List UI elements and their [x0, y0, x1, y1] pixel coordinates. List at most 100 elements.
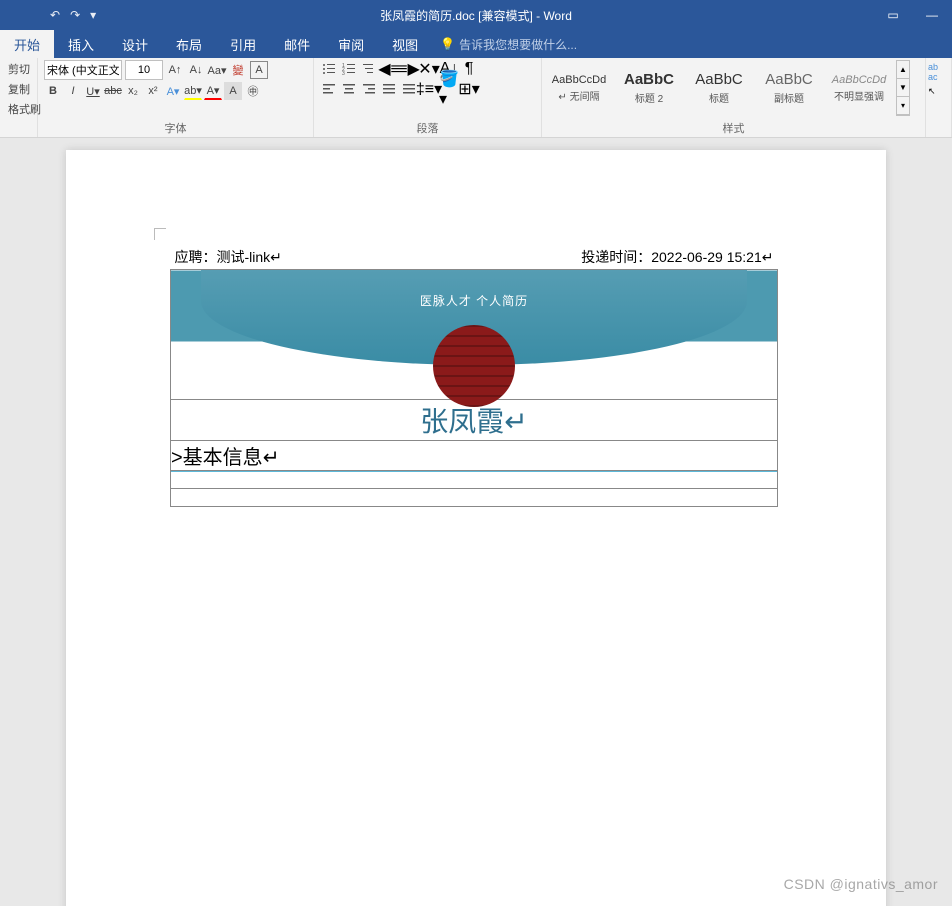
superscript-button[interactable]: x²: [144, 82, 162, 100]
align-center-button[interactable]: [340, 80, 358, 98]
justify-button[interactable]: [380, 80, 398, 98]
bold-button[interactable]: B: [44, 82, 62, 100]
style-preview: AaBbC: [624, 71, 674, 88]
tab-home[interactable]: 开始: [0, 30, 54, 59]
italic-button[interactable]: I: [64, 82, 82, 100]
font-color-button[interactable]: A▾: [204, 82, 222, 100]
change-case-button[interactable]: Aa▾: [208, 61, 226, 79]
quick-access-toolbar: ↶ ↷ ▾: [0, 8, 96, 22]
styles-more-icon[interactable]: ▾: [897, 97, 909, 115]
style-preview: AaBbCcDd: [552, 74, 606, 86]
paragraph-group-label: 段落: [314, 120, 541, 136]
tab-design[interactable]: 设计: [108, 30, 162, 59]
ribbon-options-icon[interactable]: ▭: [881, 8, 905, 22]
style-no-spacing[interactable]: AaBbCcDd ↵ 无间隔: [546, 60, 612, 116]
margin-marker: [154, 228, 166, 240]
style-name: 不明显强调: [834, 88, 884, 103]
redo-icon[interactable]: ↷: [70, 8, 80, 22]
grow-font-button[interactable]: A↑: [166, 61, 184, 79]
apply-field: 应聘：测试-link↵: [175, 247, 282, 267]
document-area[interactable]: 应聘：测试-link↵ 投递时间：2022-06-29 15:21↵ 医脉人才 …: [0, 138, 952, 906]
style-name: 标题: [709, 90, 729, 105]
style-preview: AaBbC: [765, 71, 813, 88]
copy-button[interactable]: 复制: [6, 80, 31, 98]
format-painter-button[interactable]: 格式刷: [6, 100, 31, 118]
increase-indent-button[interactable]: ≡▶: [400, 60, 418, 78]
banner-text: 医脉人才 个人简历: [420, 292, 528, 309]
section-basic-info: >基本信息↵: [171, 441, 778, 471]
tab-review[interactable]: 审阅: [324, 30, 378, 59]
styles-up-icon[interactable]: ▲: [897, 61, 909, 79]
shrink-font-button[interactable]: A↓: [187, 61, 205, 79]
font-group-label: 字体: [38, 120, 313, 136]
tell-me-placeholder: 告诉我您想要做什么...: [459, 36, 577, 53]
style-name: 标题 2: [635, 90, 663, 105]
select-icon[interactable]: ↖: [928, 84, 949, 99]
empty-row: [171, 471, 778, 489]
style-name: 副标题: [774, 90, 804, 105]
style-title[interactable]: AaBbC 标题: [686, 60, 752, 116]
styles-group-label: 样式: [542, 120, 925, 136]
styles-down-icon[interactable]: ▼: [897, 79, 909, 97]
undo-icon[interactable]: ↶: [50, 8, 60, 22]
style-subtle-emphasis[interactable]: AaBbCcDd 不明显强调: [826, 60, 892, 116]
enclose-characters-button[interactable]: ㊥: [244, 82, 262, 100]
borders-button[interactable]: ⊞▾: [460, 80, 478, 98]
tab-layout[interactable]: 布局: [162, 30, 216, 59]
banner-cell: 医脉人才 个人简历: [171, 270, 778, 400]
font-group: A↑ A↓ Aa▾ 變 A B I U▾ abc x₂ x² A▾ ab▾ A▾…: [38, 58, 314, 137]
window-controls: ▭ —: [881, 8, 952, 22]
watermark: CSDN @ignativs_amor: [784, 876, 938, 892]
avatar-seal: [433, 325, 515, 407]
editing-group: abac ↖: [926, 58, 952, 137]
styles-group: AaBbCcDd ↵ 无间隔 AaBbC 标题 2 AaBbC 标题 AaBbC…: [542, 58, 926, 137]
style-subtitle[interactable]: AaBbC 副标题: [756, 60, 822, 116]
tab-insert[interactable]: 插入: [54, 30, 108, 59]
style-preview: AaBbCcDd: [832, 74, 886, 86]
resume-table: 应聘：测试-link↵ 投递时间：2022-06-29 15:21↵ 医脉人才 …: [170, 245, 778, 507]
numbering-button[interactable]: 123: [340, 60, 358, 78]
empty-row: [171, 489, 778, 507]
style-preview: AaBbC: [695, 71, 743, 88]
titlebar: ↶ ↷ ▾ 张凤霞的简历.doc [兼容模式] - Word ▭ —: [0, 0, 952, 30]
multilevel-list-button[interactable]: [360, 60, 378, 78]
tab-mailings[interactable]: 邮件: [270, 30, 324, 59]
cut-button[interactable]: 剪切: [6, 60, 31, 78]
submit-field: 投递时间：2022-06-29 15:21↵: [581, 247, 773, 267]
line-spacing-button[interactable]: ‡≡▾: [420, 80, 438, 98]
align-right-button[interactable]: [360, 80, 378, 98]
tab-references[interactable]: 引用: [216, 30, 270, 59]
tell-me-search[interactable]: 💡 告诉我您想要做什么...: [432, 36, 577, 53]
styles-scrollbar[interactable]: ▲ ▼ ▾: [896, 60, 910, 116]
subscript-button[interactable]: x₂: [124, 82, 142, 100]
phonetic-guide-button[interactable]: 變: [229, 61, 247, 79]
shading-button[interactable]: 🪣▾: [440, 80, 458, 98]
svg-text:3: 3: [342, 71, 345, 76]
style-name: ↵ 无间隔: [558, 88, 599, 103]
tab-view[interactable]: 视图: [378, 30, 432, 59]
underline-button[interactable]: U▾: [84, 82, 102, 100]
asian-layout-button[interactable]: ✕▾: [420, 60, 438, 78]
ribbon-tabs: 开始 插入 设计 布局 引用 邮件 审阅 视图 💡 告诉我您想要做什么...: [0, 30, 952, 58]
clipboard-group: 剪切 复制 格式刷: [0, 58, 38, 137]
align-left-button[interactable]: [320, 80, 338, 98]
font-family-combo[interactable]: [44, 60, 122, 80]
page: 应聘：测试-link↵ 投递时间：2022-06-29 15:21↵ 医脉人才 …: [66, 150, 886, 906]
replace-icon[interactable]: abac: [928, 60, 949, 84]
paragraph-group: 123 ◀≡ ≡▶ ✕▾ A↓ ¶ ‡≡▾ 🪣▾ ⊞▾ 段落: [314, 58, 542, 137]
text-effects-button[interactable]: A▾: [164, 82, 182, 100]
highlight-button[interactable]: ab▾: [184, 82, 202, 100]
style-heading2[interactable]: AaBbC 标题 2: [616, 60, 682, 116]
font-size-combo[interactable]: [125, 60, 163, 80]
lightbulb-icon: 💡: [440, 37, 455, 51]
character-shading-button[interactable]: A: [224, 82, 242, 100]
decrease-indent-button[interactable]: ◀≡: [380, 60, 398, 78]
bullets-button[interactable]: [320, 60, 338, 78]
window-title: 张凤霞的简历.doc [兼容模式] - Word: [380, 7, 572, 24]
show-hide-button[interactable]: ¶: [460, 60, 478, 78]
strikethrough-button[interactable]: abc: [104, 82, 122, 100]
character-border-button[interactable]: A: [250, 61, 268, 79]
qat-more-icon[interactable]: ▾: [90, 8, 96, 22]
minimize-button[interactable]: —: [920, 8, 944, 22]
ribbon: 剪切 复制 格式刷 A↑ A↓ Aa▾ 變 A B I U▾ abc x₂ x²: [0, 58, 952, 138]
